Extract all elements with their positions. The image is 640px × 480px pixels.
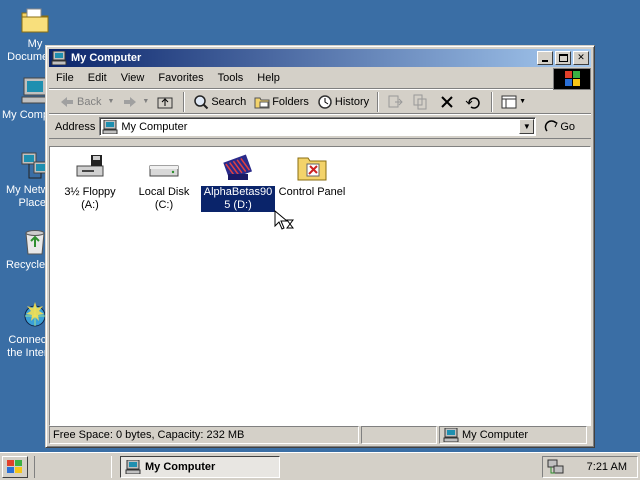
views-button[interactable]: ▼ (497, 91, 530, 113)
forward-arrow-icon (122, 94, 138, 110)
window-title: My Computer (71, 52, 142, 64)
status-info: Free Space: 0 bytes, Capacity: 232 MB (49, 426, 359, 444)
address-value: My Computer (121, 120, 188, 133)
drive-label: 3½ Floppy (A:) (64, 186, 116, 211)
history-button[interactable]: History (313, 91, 373, 113)
floppy-drive-icon (74, 152, 106, 184)
undo-button[interactable] (461, 91, 487, 113)
forward-dropdown-icon: ▼ (142, 98, 150, 105)
computer-icon (125, 459, 141, 474)
back-button[interactable]: Back ▼ (55, 91, 118, 113)
toolbar-separator (491, 91, 494, 112)
toolbar-separator (183, 91, 186, 112)
taskbar-button-my-computer[interactable]: My Computer (120, 455, 280, 478)
drive-label: AlphaBetas90 5 (D:) (201, 186, 275, 212)
status-empty (361, 426, 437, 444)
search-icon (193, 94, 209, 110)
up-folder-icon (157, 94, 173, 110)
close-button[interactable]: ✕ (573, 51, 589, 65)
file-view: 3½ Floppy (A:) Local Disk (C:) AlphaBeta… (49, 146, 591, 426)
move-to-button[interactable] (383, 91, 409, 113)
drive-label: Control Panel (278, 186, 346, 198)
control-panel-icon (296, 152, 328, 184)
minimize-icon (542, 60, 548, 62)
status-zone-label: My Computer (462, 429, 529, 441)
drive-item-floppy[interactable]: 3½ Floppy (A:) (53, 152, 127, 212)
forward-button[interactable]: ▼ (118, 91, 153, 113)
windows-logo-icon (553, 68, 591, 90)
go-arrow-icon (544, 119, 560, 135)
delete-icon (439, 94, 455, 110)
menu-edit[interactable]: Edit (81, 70, 114, 86)
copy-to-icon (413, 94, 429, 110)
up-folder-button[interactable] (153, 91, 179, 113)
taskbar: My Computer 7:21 AM (0, 452, 640, 480)
folders-label: Folders (272, 95, 309, 108)
minimize-button[interactable] (537, 51, 553, 65)
maximize-icon (559, 54, 568, 62)
menu-help[interactable]: Help (250, 70, 287, 86)
maximize-button[interactable] (555, 51, 571, 65)
history-label: History (334, 95, 370, 108)
standard-toolbar: Back ▼ ▼ Search Folders History ▼ (49, 89, 591, 114)
address-label: Address (55, 120, 96, 133)
go-label: Go (560, 120, 576, 133)
address-dropdown-button[interactable]: ▼ (519, 119, 535, 134)
history-icon (317, 94, 333, 110)
drive-item-control-panel[interactable]: Control Panel (275, 152, 349, 199)
menu-bar: File Edit View Favorites Tools Help (49, 67, 591, 90)
hard-disk-icon (148, 152, 180, 184)
folder-documents-icon (19, 4, 51, 36)
drive-item-local-disk[interactable]: Local Disk (C:) (127, 152, 201, 212)
mouse-cursor-icon (274, 209, 296, 232)
address-bar: Address My Computer ▼ Go (49, 114, 591, 139)
back-dropdown-icon: ▼ (107, 98, 115, 105)
delete-button[interactable] (435, 91, 461, 113)
drive-label: Local Disk (C:) (138, 186, 190, 211)
back-label: Back (77, 95, 102, 108)
cd-drive-icon (222, 152, 254, 184)
views-dropdown-icon: ▼ (519, 98, 527, 105)
folders-button[interactable]: Folders (250, 91, 313, 113)
taskbar-button-label: My Computer (145, 460, 216, 473)
system-tray: 7:21 AM (542, 456, 638, 478)
quick-launch-area (34, 455, 112, 478)
menu-tools[interactable]: Tools (211, 70, 251, 86)
close-icon: ✕ (577, 52, 585, 62)
menu-file[interactable]: File (49, 70, 81, 86)
status-bar: Free Space: 0 bytes, Capacity: 232 MB My… (49, 426, 591, 444)
move-to-icon (387, 94, 403, 110)
computer-icon (51, 50, 67, 66)
window-titlebar[interactable]: My Computer ✕ (49, 49, 591, 67)
address-input[interactable]: My Computer ▼ (99, 117, 537, 136)
undo-icon (465, 94, 481, 110)
network-status-icon[interactable] (547, 459, 565, 475)
menu-view[interactable]: View (114, 70, 152, 86)
search-label: Search (211, 95, 247, 108)
windows-flag-icon (7, 459, 23, 477)
menu-favorites[interactable]: Favorites (151, 70, 210, 86)
computer-icon (443, 427, 459, 443)
back-arrow-icon (59, 94, 75, 110)
start-button[interactable] (2, 455, 28, 478)
folders-icon (254, 94, 270, 110)
clock[interactable]: 7:21 AM (587, 461, 627, 473)
copy-to-button[interactable] (409, 91, 435, 113)
drive-item-cd[interactable]: AlphaBetas90 5 (D:) (201, 152, 275, 212)
toolbar-separator (377, 91, 380, 112)
computer-icon (102, 119, 118, 134)
go-button[interactable]: Go (544, 119, 575, 135)
status-zone: My Computer (439, 426, 587, 444)
explorer-window: My Computer ✕ File Edit View Favorites T… (45, 45, 595, 448)
search-button[interactable]: Search (189, 91, 250, 113)
views-icon (501, 94, 517, 110)
